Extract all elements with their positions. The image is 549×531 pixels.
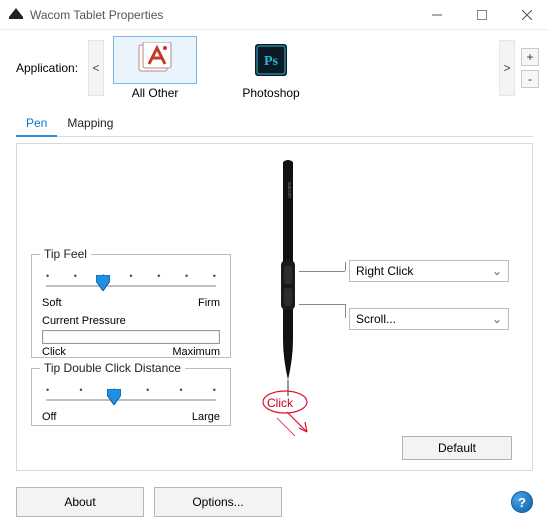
app-icon xyxy=(8,5,24,24)
svg-text:Ps: Ps xyxy=(264,54,279,69)
application-label: Application: xyxy=(16,61,78,75)
pen-upper-button-value: Right Click xyxy=(356,264,413,278)
current-pressure-label: Current Pressure xyxy=(42,315,220,327)
pen-illustration: wacom xyxy=(277,160,299,396)
pen-upper-button-select[interactable]: Right Click ⌄ xyxy=(349,260,509,282)
pen-settings-panel: Tip Feel ••••••• Soft Firm Current Press… xyxy=(16,143,533,471)
tip-feel-group: Tip Feel ••••••• Soft Firm Current Press… xyxy=(31,254,231,358)
tab-bar: Pen Mapping xyxy=(16,110,533,137)
chevron-down-icon: ⌄ xyxy=(492,264,502,278)
current-pressure-gauge xyxy=(42,330,220,344)
tip-feel-slider[interactable]: ••••••• xyxy=(42,271,220,295)
tab-pen[interactable]: Pen xyxy=(16,110,57,136)
app-item-label: All Other xyxy=(132,86,179,100)
maximize-button[interactable] xyxy=(459,0,504,30)
about-button[interactable]: About xyxy=(16,487,144,517)
close-button[interactable] xyxy=(504,0,549,30)
tip-feel-min: Soft xyxy=(42,297,62,309)
pen-tip-action-label: Click xyxy=(267,396,293,410)
application-row: Application: < All Other Ps xyxy=(0,30,549,110)
footer: About Options... ? xyxy=(0,479,549,531)
window-title: Wacom Tablet Properties xyxy=(30,8,163,22)
app-remove-button[interactable]: - xyxy=(521,70,539,88)
tab-mapping[interactable]: Mapping xyxy=(57,110,123,136)
pen-lower-button-value: Scroll... xyxy=(356,312,396,326)
tip-feel-legend: Tip Feel xyxy=(40,247,91,261)
tip-dbl-max: Large xyxy=(192,411,220,423)
app-add-button[interactable]: + xyxy=(521,48,539,66)
default-button[interactable]: Default xyxy=(402,436,512,460)
help-button[interactable]: ? xyxy=(511,491,533,513)
app-item-label: Photoshop xyxy=(242,86,299,100)
chevron-down-icon: ⌄ xyxy=(492,312,502,326)
pressure-min: Click xyxy=(42,346,66,358)
photoshop-icon: Ps xyxy=(253,42,289,78)
tip-feel-max: Firm xyxy=(198,297,220,309)
tip-dbl-slider[interactable]: •••••• xyxy=(42,385,220,409)
options-button[interactable]: Options... xyxy=(154,487,282,517)
svg-text:wacom: wacom xyxy=(286,182,292,198)
tip-dbl-legend: Tip Double Click Distance xyxy=(40,361,185,375)
pressure-max: Maximum xyxy=(172,346,220,358)
tip-double-click-group: Tip Double Click Distance •••••• Off Lar… xyxy=(31,368,231,426)
all-other-icon xyxy=(135,42,175,78)
app-item-all-other[interactable]: All Other xyxy=(110,36,200,100)
titlebar: Wacom Tablet Properties xyxy=(0,0,549,30)
app-item-photoshop[interactable]: Ps Photoshop xyxy=(226,36,316,100)
pen-lower-button-select[interactable]: Scroll... ⌄ xyxy=(349,308,509,330)
tip-dbl-min: Off xyxy=(42,411,56,423)
app-scroll-right[interactable]: > xyxy=(499,40,515,96)
application-list: All Other Ps Photoshop xyxy=(110,36,316,100)
minimize-button[interactable] xyxy=(414,0,459,30)
app-scroll-left[interactable]: < xyxy=(88,40,104,96)
